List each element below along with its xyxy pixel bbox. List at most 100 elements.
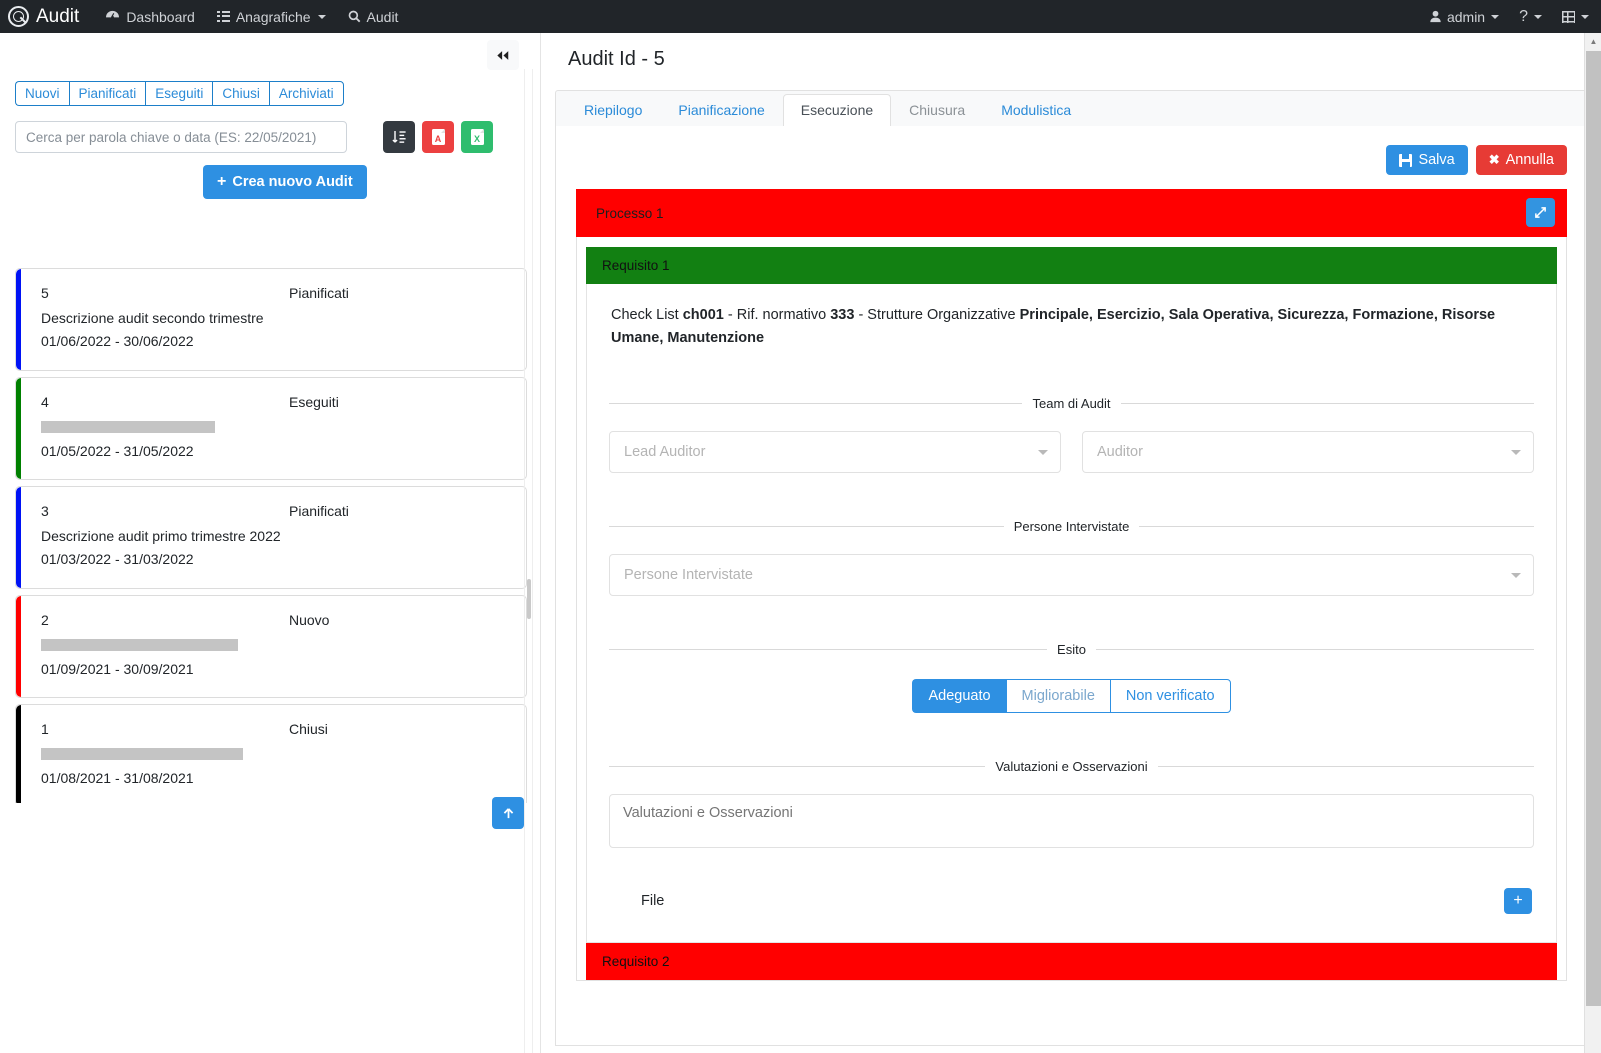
list-item[interactable]: 4 Eseguiti 01/05/2022 - 31/05/2022 — [15, 377, 527, 480]
scroll-to-top-button[interactable] — [492, 797, 524, 829]
checklist-description: Check List ch001 - Rif. normativo 333 - … — [609, 302, 1534, 350]
tab-pianificazione[interactable]: Pianificazione — [660, 94, 782, 127]
audit-id: 1 — [41, 721, 49, 737]
checklist-mid1: - Rif. normativo — [723, 307, 831, 323]
status-stripe — [16, 705, 21, 803]
chevron-down-icon — [1581, 14, 1589, 19]
user-icon — [1430, 10, 1441, 23]
list-item[interactable]: 2 Nuovo 01/09/2021 - 30/09/2021 — [15, 595, 527, 698]
add-file-button[interactable]: + — [1504, 888, 1532, 915]
export-excel-button[interactable]: X — [461, 121, 493, 153]
requisito-2-header[interactable]: Requisito 2 — [586, 943, 1557, 981]
audit-description-redacted — [41, 639, 238, 651]
search-icon — [348, 10, 360, 23]
brand[interactable]: Audit — [8, 6, 79, 28]
sort-amount-down-icon — [391, 130, 406, 143]
action-buttons: Salva ✖ Annulla — [556, 126, 1587, 175]
floppy-disk-icon — [1399, 153, 1413, 167]
plus-icon: + — [217, 173, 227, 190]
create-audit-button[interactable]: + Crea nuovo Audit — [203, 165, 367, 199]
nav-item-anagrafiche[interactable]: Anagrafiche — [216, 9, 326, 25]
legend-rule-right — [1139, 526, 1534, 528]
page-scrollbar-thumb[interactable] — [1586, 51, 1601, 1006]
esecuzione-tab-panel: Salva ✖ Annulla Processo 1 Requisito 1 C… — [555, 126, 1588, 1046]
filter-tab-archiviati[interactable]: Archiviati — [268, 81, 344, 106]
page-scrollbar[interactable]: ▲ — [1584, 33, 1601, 1053]
audit-description-redacted — [41, 748, 243, 760]
file-pdf-icon: A — [431, 129, 445, 145]
expand-processo-button[interactable] — [1526, 198, 1555, 227]
audit-id: 2 — [41, 612, 49, 628]
esito-option-non-verificato[interactable]: Non verificato — [1109, 679, 1231, 714]
audit-id: 5 — [41, 285, 49, 301]
esito-group: Esito Adeguato Migliorabile Non verifica… — [609, 596, 1534, 714]
page-body: Nuovi Pianificati Eseguiti Chiusi Archiv… — [0, 33, 1601, 1053]
sort-button[interactable] — [383, 121, 415, 153]
nav-item-dashboard[interactable]: Dashboard — [105, 9, 195, 25]
plus-icon: + — [1513, 892, 1523, 910]
requisito-1-header[interactable]: Requisito 1 — [586, 247, 1557, 284]
team-legend: Team di Audit — [609, 396, 1535, 411]
sidebar-scrollbar-thumb[interactable] — [527, 579, 531, 619]
tab-modulistica[interactable]: Modulistica — [983, 94, 1089, 127]
audit-list[interactable]: 5 Pianificati Descrizione audit secondo … — [15, 268, 527, 803]
audit-description: Descrizione audit primo trimestre 2022 — [41, 528, 281, 544]
save-button-label: Salva — [1418, 152, 1455, 168]
lead-auditor-placeholder: Lead Auditor — [624, 444, 706, 461]
save-button[interactable]: Salva — [1386, 145, 1468, 175]
help-menu[interactable]: ? — [1519, 8, 1542, 26]
scrollbar-up-arrow[interactable]: ▲ — [1585, 33, 1601, 50]
audit-description: Descrizione audit secondo trimestre — [41, 310, 264, 326]
persone-intervistate-select[interactable]: Persone Intervistate — [609, 554, 1534, 597]
navbar-right: admin ? — [1429, 0, 1589, 33]
processo-header[interactable]: Processo 1 — [576, 189, 1567, 237]
tab-riepilogo[interactable]: Riepilogo — [566, 94, 660, 127]
grid-icon — [1562, 10, 1575, 23]
legend-rule-right — [1095, 649, 1534, 651]
apps-menu[interactable] — [1562, 10, 1589, 23]
tab-esecuzione[interactable]: Esecuzione — [782, 93, 892, 127]
export-toolbar: A X — [383, 121, 493, 153]
dashboard-icon — [106, 10, 120, 19]
export-pdf-button[interactable]: A — [422, 121, 454, 153]
audit-status: Pianificati — [289, 285, 349, 301]
user-menu-label: admin — [1446, 8, 1486, 25]
team-di-audit-group: Team di Audit Lead Auditor Auditor — [609, 350, 1535, 474]
nav-item-audit[interactable]: Audit — [348, 9, 398, 25]
audit-status: Nuovo — [289, 612, 330, 628]
filter-tab-nuovi[interactable]: Nuovi — [15, 81, 69, 106]
brand-label: Audit — [36, 5, 80, 27]
detail-tabs: Riepilogo Pianificazione Esecuzione Chiu… — [555, 90, 1588, 127]
sidebar-collapse-button[interactable] — [487, 40, 519, 70]
legend-rule-right — [1157, 766, 1535, 768]
list-item[interactable]: 3 Pianificati Descrizione audit primo tr… — [15, 486, 527, 589]
team-fields: Lead Auditor Auditor — [609, 431, 1534, 474]
list-item[interactable]: 5 Pianificati Descrizione audit secondo … — [15, 268, 527, 371]
cancel-button[interactable]: ✖ Annulla — [1475, 145, 1567, 175]
auditor-select[interactable]: Auditor — [1082, 431, 1534, 474]
status-filter-tabs: Nuovi Pianificati Eseguiti Chiusi Archiv… — [15, 81, 344, 106]
cancel-button-label: Annulla — [1505, 152, 1554, 168]
audit-detail-panel: Audit Id - 5 Riepilogo Pianificazione Es… — [541, 33, 1601, 1053]
sidebar-scrollbar[interactable] — [524, 69, 533, 1053]
primary-nav: Dashboard Anagrafiche Audit — [105, 9, 398, 25]
legend-rule-left — [609, 526, 1004, 528]
persone-fields: Persone Intervistate — [609, 554, 1534, 597]
valutazioni-textarea[interactable] — [609, 794, 1534, 849]
user-menu[interactable]: admin — [1429, 8, 1500, 25]
lead-auditor-select[interactable]: Lead Auditor — [609, 431, 1061, 474]
filter-tab-pianificati[interactable]: Pianificati — [68, 81, 146, 106]
filter-tab-chiusi[interactable]: Chiusi — [212, 81, 269, 106]
list-item[interactable]: 1 Chiusi 01/08/2021 - 31/08/2021 — [15, 704, 527, 803]
search-toolbar: A X — [15, 121, 527, 153]
search-input[interactable] — [15, 121, 347, 153]
audit-status: Chiusi — [289, 721, 328, 737]
esito-option-adeguato[interactable]: Adeguato — [912, 679, 1006, 714]
requisito-1-title: Requisito 1 — [602, 258, 670, 273]
chevron-down-icon — [1038, 450, 1048, 456]
tab-chiusura[interactable]: Chiusura — [891, 94, 983, 127]
auditor-placeholder: Auditor — [1097, 444, 1143, 461]
esito-option-migliorabile[interactable]: Migliorabile — [1005, 679, 1110, 714]
create-audit-label: Crea nuovo Audit — [232, 174, 353, 190]
filter-tab-eseguiti[interactable]: Eseguiti — [145, 81, 213, 106]
